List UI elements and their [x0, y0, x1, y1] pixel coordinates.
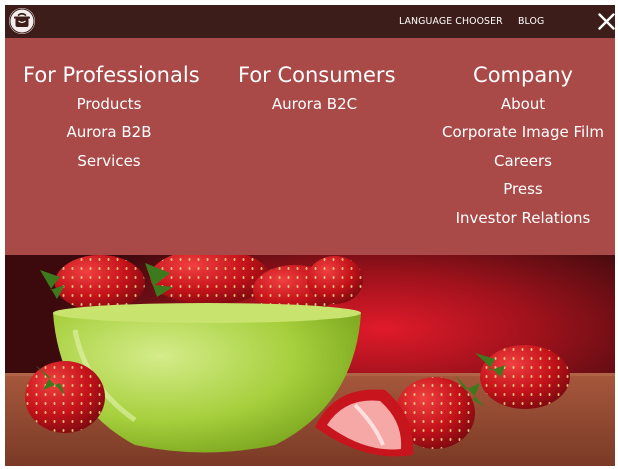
- menu-item-about[interactable]: About: [439, 90, 607, 118]
- menu-heading-company[interactable]: Company: [439, 62, 607, 88]
- menu-item-services[interactable]: Services: [23, 147, 195, 175]
- menu-heading-professionals[interactable]: For Professionals: [23, 62, 200, 88]
- page-frame: LANGUAGE CHOOSER BLOG For Professionals …: [5, 5, 615, 466]
- blog-link[interactable]: BLOG: [518, 16, 544, 27]
- cooking-pot-icon[interactable]: [9, 8, 35, 34]
- menu-column-professionals: For Professionals Products Aurora B2B Se…: [23, 62, 200, 175]
- menu-item-aurora-b2b[interactable]: Aurora B2B: [23, 118, 195, 146]
- menu-item-corporate-image-film[interactable]: Corporate Image Film: [439, 118, 607, 146]
- mega-menu: For Professionals Products Aurora B2B Se…: [5, 38, 615, 255]
- menu-item-aurora-b2c[interactable]: Aurora B2C: [238, 90, 391, 118]
- top-bar: LANGUAGE CHOOSER BLOG: [5, 5, 615, 38]
- menu-item-investor-relations[interactable]: Investor Relations: [439, 204, 607, 232]
- menu-column-company: Company About Corporate Image Film Caree…: [439, 62, 607, 232]
- menu-item-products[interactable]: Products: [23, 90, 195, 118]
- language-chooser-link[interactable]: LANGUAGE CHOOSER: [399, 16, 503, 27]
- menu-heading-consumers[interactable]: For Consumers: [238, 62, 396, 88]
- hero-image-strawberries: [5, 249, 615, 466]
- menu-column-consumers: For Consumers Aurora B2C: [238, 62, 396, 118]
- menu-item-careers[interactable]: Careers: [439, 147, 607, 175]
- close-icon[interactable]: [598, 13, 615, 30]
- menu-item-press[interactable]: Press: [439, 175, 607, 203]
